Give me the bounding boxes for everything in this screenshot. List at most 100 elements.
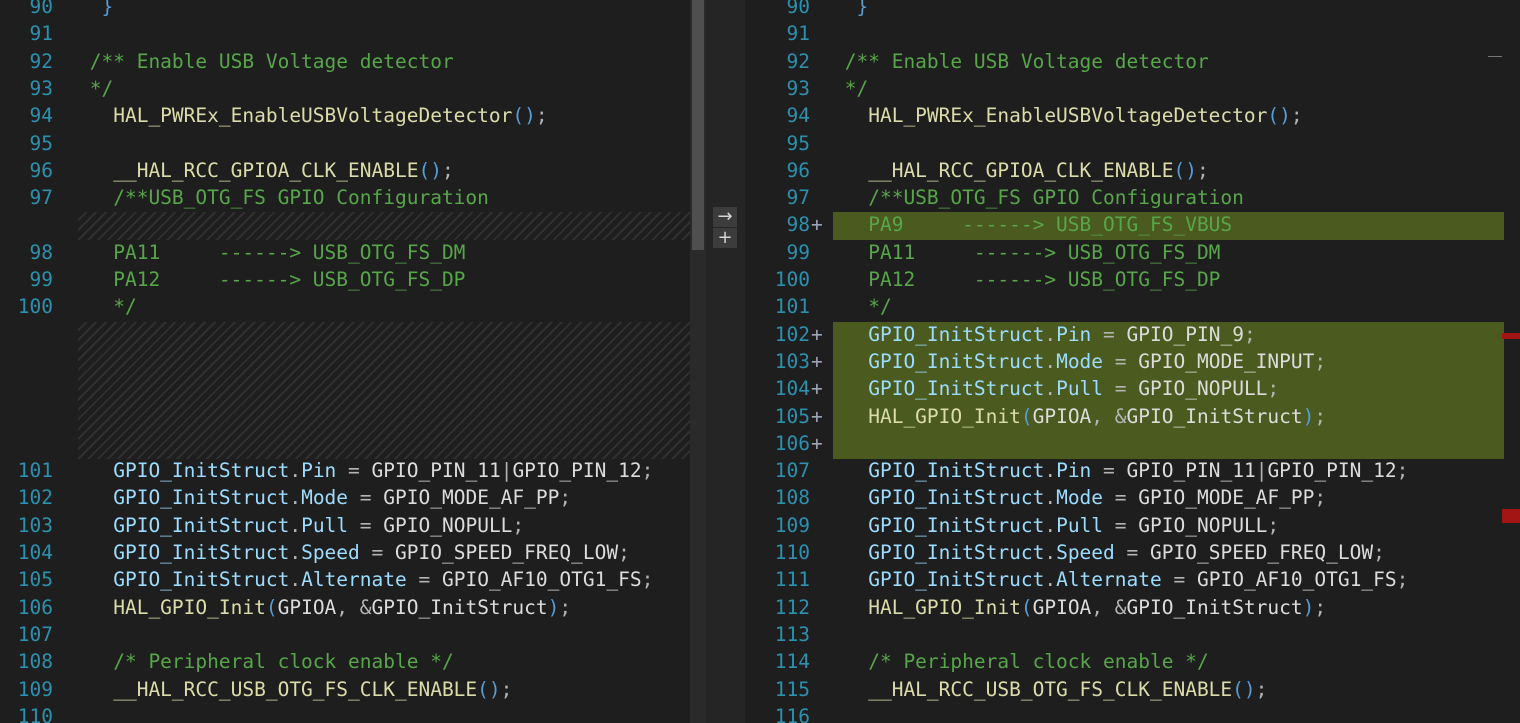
code-line[interactable]: 108 GPIO_InitStruct.Mode = GPIO_MODE_AF_…	[745, 484, 1505, 511]
left-scrollbar[interactable]	[690, 0, 706, 723]
code-line[interactable]: 115 __HAL_RCC_USB_OTG_FS_CLK_ENABLE();	[745, 676, 1505, 703]
code-line[interactable]: 101 */	[745, 293, 1505, 320]
right-diff-pane[interactable]: 90 } 91 92 /** Enable USB Voltage detector…	[745, 0, 1520, 723]
code-token: PA11 ------> USB_OTG_FS_DM	[833, 240, 1221, 264]
code-line[interactable]: 91	[0, 20, 706, 47]
code-line[interactable]: 99 PA12 ------> USB_OTG_FS_DP	[0, 266, 706, 293]
line-number: 103	[774, 349, 810, 373]
code-token: Pin	[301, 459, 337, 483]
line-number: 99	[786, 240, 810, 264]
added-line-marker: +	[811, 431, 823, 455]
code-line[interactable]: 98 + PA9 ------> USB_OTG_FS_VBUS	[745, 211, 1505, 238]
left-scroll-thumb[interactable]	[692, 0, 704, 250]
code-token: .	[1044, 459, 1057, 483]
code-line[interactable]: 104 + GPIO_InitStruct.Pull = GPIO_NOPULL;	[745, 375, 1505, 402]
code-line[interactable]: 96 __HAL_RCC_GPIOA_CLK_ENABLE();	[0, 157, 706, 184]
code-line[interactable]: 94 HAL_PWREx_EnableUSBVoltageDetector();	[0, 102, 706, 129]
code-line[interactable]: 99 PA11 ------> USB_OTG_FS_DM	[745, 239, 1505, 266]
code-token: ;	[1314, 595, 1327, 619]
code-line[interactable]: 101 GPIO_InitStruct.Pin = GPIO_PIN_11|GP…	[0, 457, 706, 484]
code-line[interactable]: 94 HAL_PWREx_EnableUSBVoltageDetector();	[745, 102, 1505, 129]
line-number: 100	[17, 295, 53, 319]
code-line[interactable]: 111 GPIO_InitStruct.Alternate = GPIO_AF1…	[745, 566, 1505, 593]
code-token: */	[833, 295, 892, 319]
add-icon[interactable]: +	[713, 228, 737, 248]
code-token: |	[500, 459, 513, 483]
code-line[interactable]: 91	[745, 20, 1505, 47]
code-token: GPIO_MODE_AF_PP	[1138, 486, 1315, 510]
line-number: 96	[786, 158, 810, 182]
code-line[interactable]: 108 /* Peripheral clock enable */	[0, 648, 706, 675]
copy-right-icon[interactable]: →	[713, 207, 737, 227]
code-token: .	[1044, 349, 1057, 373]
code-line[interactable]: 103 GPIO_InitStruct.Pull = GPIO_NOPULL;	[0, 512, 706, 539]
code-line[interactable]: 105 GPIO_InitStruct.Alternate = GPIO_AF1…	[0, 566, 706, 593]
code-token: ;	[535, 104, 548, 128]
code-token: GPIO_PIN_11	[1126, 459, 1256, 483]
code-line[interactable]: 105 + HAL_GPIO_Init(GPIOA, &GPIO_InitStru…	[745, 403, 1505, 430]
code-token: Alternate	[1056, 568, 1162, 592]
code-line[interactable]: 104 GPIO_InitStruct.Speed = GPIO_SPEED_F…	[0, 539, 706, 566]
code-line[interactable]: 102 + GPIO_InitStruct.Pin = GPIO_PIN_9;	[745, 321, 1505, 348]
code-line[interactable]: 92 /** Enable USB Voltage detector	[0, 48, 706, 75]
right-scrollbar[interactable]	[1488, 0, 1520, 723]
line-number: 95	[29, 131, 53, 155]
code-line[interactable]: 102 GPIO_InitStruct.Mode = GPIO_MODE_AF_…	[0, 484, 706, 511]
line-number: 106	[17, 595, 53, 619]
code-line[interactable]	[0, 321, 706, 348]
code-token: ()	[477, 677, 501, 701]
code-text: PA11 ------> USB_OTG_FS_DM	[833, 239, 1220, 266]
code-line[interactable]: 114 /* Peripheral clock enable */	[745, 648, 1505, 675]
code-line[interactable]: 98 PA11 ------> USB_OTG_FS_DM	[0, 239, 706, 266]
code-line[interactable]: 95	[745, 130, 1505, 157]
code-line[interactable]: 96 __HAL_RCC_GPIOA_CLK_ENABLE();	[745, 157, 1505, 184]
code-line[interactable]: 116	[745, 703, 1505, 723]
code-line[interactable]: 109 GPIO_InitStruct.Pull = GPIO_NOPULL;	[745, 512, 1505, 539]
code-line[interactable]: 107	[0, 621, 706, 648]
code-token: ;	[1255, 677, 1268, 701]
code-token: GPIO_InitStruct	[833, 377, 1045, 401]
line-number: 98	[29, 240, 53, 264]
code-line[interactable]	[0, 430, 706, 457]
code-line[interactable]: 113	[745, 621, 1505, 648]
code-line[interactable]: 97 /**USB_OTG_FS GPIO Configuration	[0, 184, 706, 211]
code-token: ;	[1396, 568, 1409, 592]
code-token: ;	[512, 513, 525, 537]
code-line[interactable]	[0, 211, 706, 238]
code-text: HAL_GPIO_Init(GPIOA, &GPIO_InitStruct);	[78, 594, 571, 621]
code-token: =	[1114, 541, 1151, 564]
line-number: 109	[774, 513, 810, 537]
line-number: 95	[786, 131, 810, 155]
code-line[interactable]: 100 */	[0, 293, 706, 320]
code-line[interactable]: 107 GPIO_InitStruct.Pin = GPIO_PIN_11|GP…	[745, 457, 1505, 484]
code-line[interactable]: 90 }	[0, 0, 706, 20]
left-diff-pane[interactable]: 90 } 91 92 /** Enable USB Voltage detector…	[0, 0, 706, 723]
code-line[interactable]: 110	[0, 703, 706, 723]
code-token: ;	[1267, 513, 1280, 537]
code-line[interactable]: 93 */	[0, 75, 706, 102]
code-line[interactable]: 112 HAL_GPIO_Init(GPIOA, &GPIO_InitStruc…	[745, 594, 1505, 621]
code-line[interactable]: 109 __HAL_RCC_USB_OTG_FS_CLK_ENABLE();	[0, 676, 706, 703]
code-line[interactable]	[0, 375, 706, 402]
code-text: */	[78, 293, 136, 320]
code-token: ;	[1314, 404, 1327, 428]
code-line[interactable]: 106 HAL_GPIO_Init(GPIOA, &GPIO_InitStruc…	[0, 594, 706, 621]
code-token: =	[406, 568, 442, 592]
code-line[interactable]	[0, 348, 706, 375]
code-token: .	[1044, 541, 1057, 564]
code-token: GPIO_InitStruct	[833, 541, 1045, 564]
code-line[interactable]: 92 /** Enable USB Voltage detector	[745, 48, 1505, 75]
code-line[interactable]: 93 */	[745, 75, 1505, 102]
code-line[interactable]: 110 GPIO_InitStruct.Speed = GPIO_SPEED_F…	[745, 539, 1505, 566]
code-line[interactable]: 97 /**USB_OTG_FS GPIO Configuration	[745, 184, 1505, 211]
line-number: 114	[774, 650, 810, 674]
code-line[interactable]: 95	[0, 130, 706, 157]
code-line[interactable]: 90 }	[745, 0, 1505, 20]
code-line[interactable]: 100 PA12 ------> USB_OTG_FS_DP	[745, 266, 1505, 293]
code-token: GPIO_InitStruct	[1126, 595, 1303, 619]
line-number: 110	[774, 541, 810, 564]
code-line[interactable]: 106 +	[745, 430, 1505, 457]
code-line[interactable]	[0, 403, 706, 430]
code-line[interactable]: 103 + GPIO_InitStruct.Mode = GPIO_MODE_IN…	[745, 348, 1505, 375]
code-text: GPIO_InitStruct.Pull = GPIO_NOPULL;	[833, 512, 1279, 539]
